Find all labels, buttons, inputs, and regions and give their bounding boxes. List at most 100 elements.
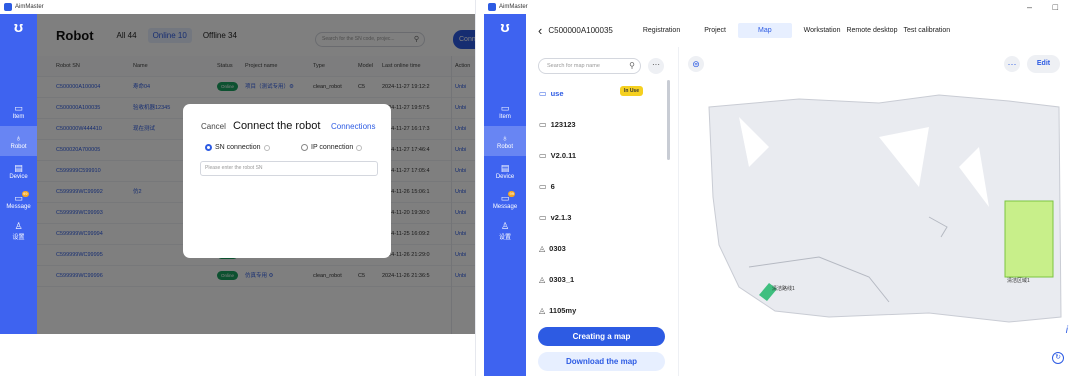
info-icon[interactable]: i [1066, 325, 1068, 336]
map-list-item[interactable]: ▭ v2.1.3 [526, 201, 655, 233]
map-view[interactable]: ⊜ ··· Edit 清洁区域1 清洁路线1 i ↻ [678, 47, 1072, 376]
tab-remote-desktop[interactable]: Remote desktop [846, 24, 897, 37]
map-icon: ▭ [539, 88, 547, 98]
sidebar-item-robot[interactable]: ♁ Robot [484, 126, 526, 156]
cancel-button[interactable]: Cancel [201, 122, 226, 131]
title-bar: AimMaster [0, 0, 475, 14]
robot-icon: ♁ [501, 132, 509, 143]
robot-detail-header: ‹ C500000A100035 Registration Project Ma… [526, 14, 1072, 47]
map-name: 1105my [549, 305, 577, 315]
refresh-icon[interactable]: ↻ [1052, 352, 1064, 364]
message-icon: ▭ 99 [14, 190, 29, 203]
map-icon: ▭ [539, 181, 547, 191]
map-list-item[interactable]: ▭ V2.0.11 [526, 139, 655, 171]
sidebar-item-message[interactable]: ▭ 99 Message [484, 186, 526, 216]
message-icon: ▭ 99 [500, 190, 516, 203]
map-name: 0303 [549, 243, 566, 253]
item-icon: ▭ [500, 102, 510, 113]
tab-test-calibration[interactable]: Test calibration [903, 24, 950, 37]
sidebar-item-message[interactable]: ▭ 99 Message [0, 186, 37, 216]
more-icon[interactable]: ··· [648, 58, 664, 74]
map-icon: ▭ [539, 212, 547, 222]
sidebar-item-label: Message [6, 203, 31, 210]
map-list-scrollbar[interactable] [667, 80, 670, 160]
tab-registration[interactable]: Registration [643, 24, 680, 37]
more-icon[interactable]: ··· [1004, 56, 1020, 72]
download-map-button[interactable]: Download the map [538, 352, 665, 371]
sidebar-item-label: Robot [10, 143, 27, 150]
app-title: AimMaster [499, 4, 528, 10]
sidebar: ʊ ▭ Item ♁ Robot ▤ Device ▭ 99 Message ♙ … [0, 14, 37, 334]
help-icon[interactable] [263, 144, 270, 151]
map-name: V2.0.11 [550, 150, 577, 160]
settings-icon: ♙ [500, 221, 510, 231]
robot-list-window: AimMaster ʊ ▭ Item ♁ Robot ▤ Device ▭ 99 … [0, 0, 476, 376]
sidebar-item-settings[interactable]: ♙ 设置 [0, 216, 37, 246]
sidebar-item-settings[interactable]: ♙ 设置 [484, 216, 526, 246]
map-icon: ◬ [539, 243, 546, 253]
radio-selected[interactable] [205, 144, 212, 151]
title-bar: AimMaster – □ [484, 0, 1072, 14]
ip-connection-option[interactable]: IP connection [301, 144, 363, 151]
tab-map[interactable]: Map [738, 23, 792, 38]
clean-zone-label: 清洁区域1 [1007, 277, 1030, 284]
floor-map[interactable]: 清洁区域1 清洁路线1 [679, 77, 1072, 347]
map-icon: ◬ [539, 274, 546, 284]
brand-logo-icon: ʊ [500, 19, 510, 36]
map-icon: ▭ [539, 119, 547, 129]
map-list-item[interactable]: ◬ 1105my [526, 294, 655, 326]
robot-sn-title: C500000A100035 [548, 26, 613, 35]
screenshot-root: AimMaster ʊ ▭ Item ♁ Robot ▤ Device ▭ 99 … [0, 0, 1072, 376]
map-list-item[interactable]: ▭ use In Use [526, 77, 655, 109]
sidebar: ʊ ▭ Item ♁ Robot ▤ Device ▭ 99 Message ♙ … [484, 14, 526, 376]
search-icon: ⚲ [629, 61, 635, 70]
device-icon: ▤ [14, 162, 23, 173]
app-logo-icon [488, 3, 496, 11]
layers-icon[interactable]: ⊜ [688, 56, 704, 72]
sidebar-item-item[interactable]: ▭ Item [0, 96, 37, 126]
map-list-item[interactable]: ◬ 0303_1 [526, 263, 655, 295]
radio-unselected[interactable] [301, 144, 308, 151]
map-search-input[interactable]: Search for map name ⚲ [538, 58, 641, 74]
item-icon: ▭ [14, 102, 23, 113]
connections-link[interactable]: Connections [331, 122, 375, 131]
in-use-badge: In Use [619, 86, 643, 96]
sidebar-item-label: Device [495, 173, 515, 180]
sidebar-item-label: Item [12, 113, 25, 120]
tab-project[interactable]: Project [704, 24, 726, 37]
map-name: use [550, 88, 564, 98]
settings-icon: ♙ [14, 221, 23, 231]
minimize-icon[interactable]: – [1027, 2, 1032, 12]
sn-connection-option[interactable]: SN connection [205, 144, 270, 151]
sidebar-item-label: 设置 [12, 235, 25, 241]
map-icon: ◬ [539, 305, 546, 315]
map-name: 6 [550, 181, 555, 191]
sidebar-item-item[interactable]: ▭ Item [484, 96, 526, 126]
sidebar-item-label: 设置 [498, 235, 511, 241]
back-icon[interactable]: ‹ [538, 23, 542, 38]
clean-path-label: 清洁路线1 [772, 285, 795, 292]
sidebar-item-label: Robot [496, 143, 513, 150]
clean-zone [1004, 200, 1054, 278]
map-list-item[interactable]: ▭ 6 [526, 170, 655, 202]
sidebar-item-device[interactable]: ▤ Device [0, 156, 37, 186]
sidebar-item-device[interactable]: ▤ Device [484, 156, 526, 186]
robot-map-window: AimMaster – □ ʊ ▭ Item ♁ Robot ▤ Device … [484, 0, 1072, 376]
robot-icon: ♁ [15, 132, 22, 143]
sidebar-item-label: Message [492, 203, 518, 210]
sidebar-item-robot[interactable]: ♁ Robot [0, 126, 37, 156]
robot-sn-input[interactable]: Please enter the robot SN [200, 161, 378, 176]
tab-workstation[interactable]: Workstation [804, 24, 841, 37]
create-map-button[interactable]: Creating a map [538, 327, 665, 346]
map-list-item[interactable]: ▭ 123123 [526, 108, 655, 140]
map-name: 123123 [550, 119, 576, 129]
map-list-item[interactable]: ◬ 0303 [526, 232, 655, 264]
help-icon[interactable] [356, 144, 363, 151]
map-list-panel: Search for map name ⚲ ··· Creating a map… [526, 47, 665, 376]
brand-logo-icon: ʊ [13, 19, 24, 36]
message-badge: 99 [508, 190, 516, 197]
app-logo-icon [4, 3, 12, 11]
map-icon: ▭ [539, 150, 547, 160]
maximize-icon[interactable]: □ [1053, 2, 1058, 12]
edit-map-button[interactable]: Edit [1027, 55, 1060, 73]
